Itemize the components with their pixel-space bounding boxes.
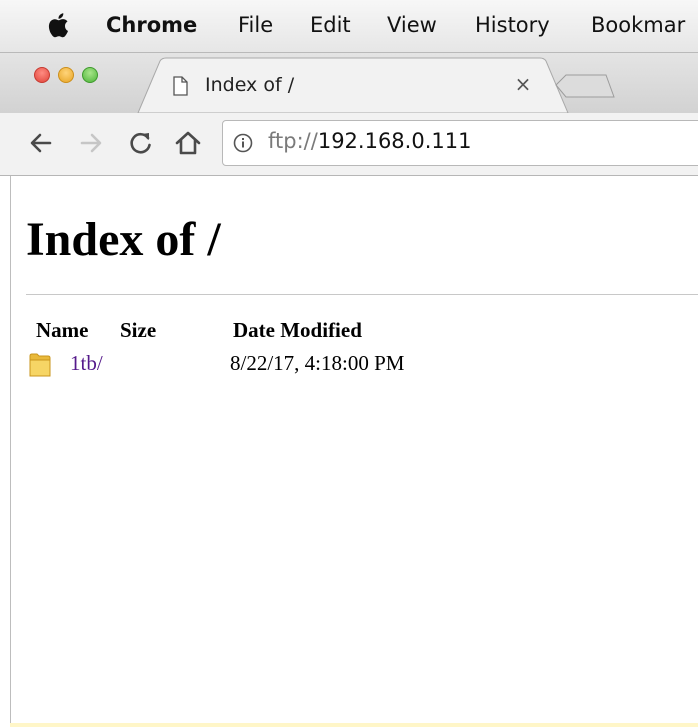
url-host: 192.168.0.111 [317,129,472,153]
url-text[interactable]: ftp://192.168.0.111 [268,129,471,153]
column-header-name[interactable]: Name [36,318,88,343]
folder-icon [29,353,51,377]
menu-file[interactable]: File [238,13,273,37]
info-icon[interactable] [233,133,253,153]
mac-menu-bar: Chrome File Edit View History Bookmar [0,0,698,53]
menu-edit[interactable]: Edit [310,13,351,37]
title-divider [26,294,698,295]
active-tab [137,57,569,113]
column-header-date-modified[interactable]: Date Modified [233,318,362,343]
tab-title[interactable]: Index of / [205,74,294,96]
home-icon[interactable] [174,130,202,156]
folder-link-1tb[interactable]: 1tb/ [70,351,103,376]
reload-icon[interactable] [128,130,154,156]
forward-arrow-icon[interactable] [78,130,104,156]
page-title: Index of / [26,213,221,266]
bottom-edge [10,723,698,727]
column-header-size[interactable]: Size [120,318,156,343]
menu-view[interactable]: View [387,13,437,37]
new-tab-button [555,74,615,98]
page-icon [173,76,188,96]
menu-bookmarks[interactable]: Bookmar [591,13,685,37]
tab-close-icon[interactable]: × [513,73,533,95]
apple-logo-icon[interactable] [44,10,70,40]
menu-app-name[interactable]: Chrome [106,13,197,37]
tab-shapes [137,57,615,113]
back-arrow-icon[interactable] [28,130,54,156]
menu-history[interactable]: History [475,13,550,37]
url-scheme: ftp:// [268,129,318,153]
date-modified-value: 8/22/17, 4:18:00 PM [230,351,405,375]
